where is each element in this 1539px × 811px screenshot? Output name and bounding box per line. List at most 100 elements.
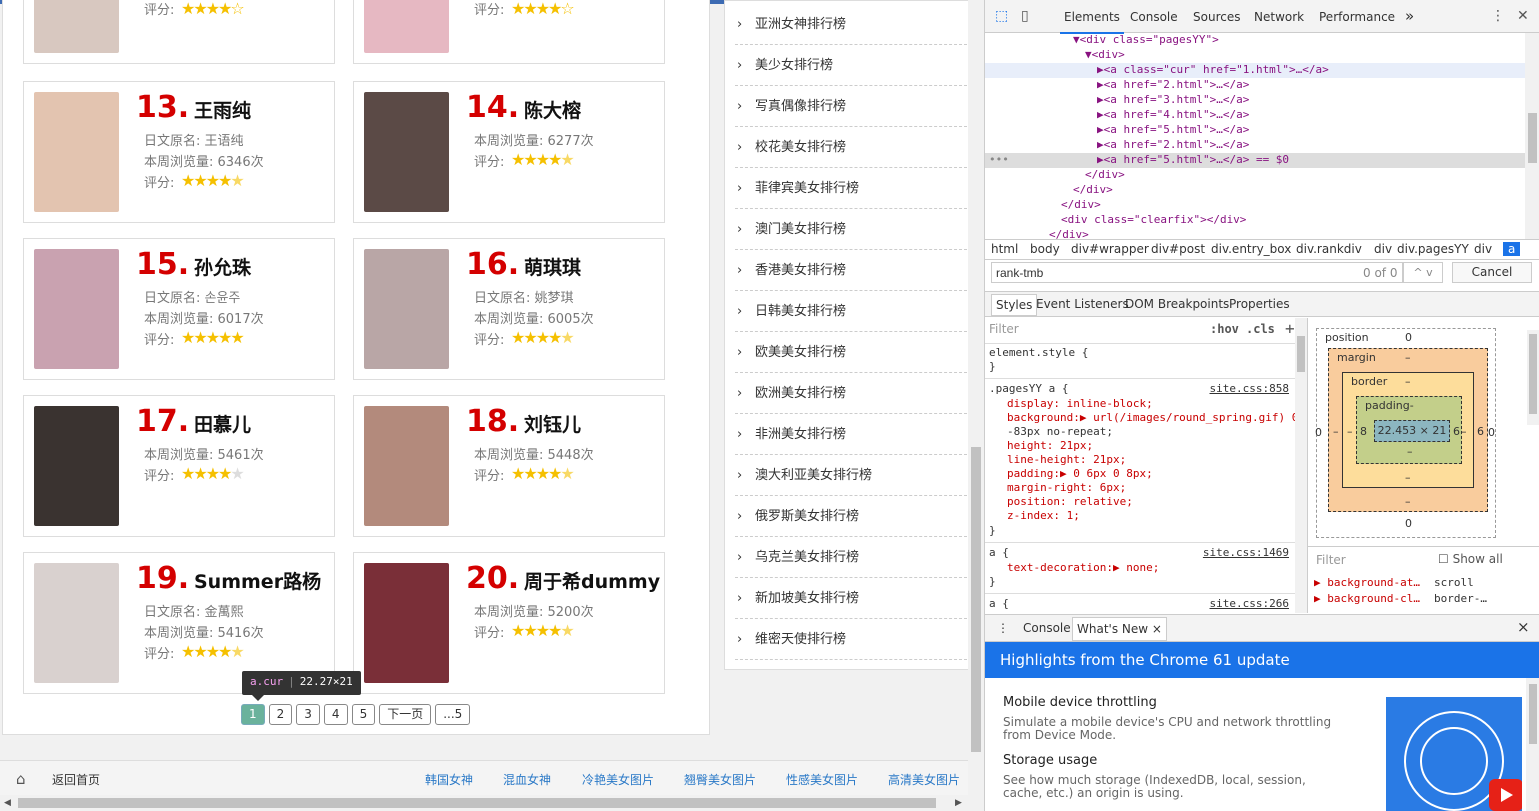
breadcrumb-item[interactable]: div.entry_box: [1211, 242, 1291, 256]
page-link-2[interactable]: 2: [268, 704, 293, 725]
scrollbar-thumb[interactable]: [1528, 113, 1537, 163]
home-link[interactable]: 返回首页: [52, 771, 100, 788]
card-name[interactable]: 周于希dummy: [524, 567, 660, 594]
page-link-1[interactable]: 1: [241, 704, 265, 725]
box-model-scrollbar[interactable]: [1527, 330, 1539, 425]
computed-filter-input[interactable]: Filter: [1316, 553, 1346, 567]
rule-source-link[interactable]: site.css:266: [1210, 597, 1289, 610]
scroll-left-arrow-icon[interactable]: ◀: [4, 795, 11, 811]
card-photo[interactable]: [364, 249, 449, 369]
footer-link[interactable]: 冷艳美女图片: [582, 771, 654, 788]
close-devtools-icon[interactable]: ✕: [1517, 8, 1529, 24]
breadcrumb-item[interactable]: a: [1503, 242, 1521, 256]
close-drawer-icon[interactable]: ×: [1517, 618, 1530, 636]
breadcrumb-item[interactable]: div#wrapper: [1071, 242, 1149, 256]
last-page-link[interactable]: ...5: [435, 704, 471, 725]
scroll-right-arrow-icon[interactable]: ▶: [955, 795, 962, 811]
tab-performance[interactable]: Performance: [1319, 10, 1395, 24]
card-photo[interactable]: [34, 0, 119, 53]
card-photo[interactable]: [364, 92, 449, 212]
footer-link[interactable]: 翘臀美女图片: [684, 771, 756, 788]
card-photo[interactable]: [34, 92, 119, 212]
sidebar-item[interactable]: › 维密天使排行榜: [735, 619, 967, 660]
youtube-play-icon[interactable]: [1489, 779, 1522, 811]
scrollbar-thumb[interactable]: [1297, 336, 1305, 372]
whats-new-scrollbar[interactable]: [1526, 678, 1539, 811]
search-nav-buttons[interactable]: ^ v: [1403, 262, 1443, 283]
dom-node[interactable]: </div>: [985, 183, 1525, 198]
breadcrumb-item[interactable]: div.rankdiv: [1296, 242, 1362, 256]
sidebar-item[interactable]: › 美少女排行榜: [735, 45, 967, 86]
home-icon[interactable]: ⌂: [16, 771, 32, 787]
ranking-card[interactable]: 14. 陈大榕 本周浏览量: 6277次 评分: ★★★★★: [353, 81, 665, 223]
ranking-card[interactable]: 16. 萌琪琪 日文原名: 姚梦琪 本周浏览量: 6005次 评分: ★★★★★: [353, 238, 665, 380]
card-partial-2[interactable]: 评分: ★★★★☆: [353, 0, 665, 64]
drawer-menu-icon[interactable]: ⋮: [997, 621, 1009, 635]
styles-filter-input[interactable]: Filter: [989, 322, 1289, 342]
scrollbar-thumb[interactable]: [1529, 684, 1537, 744]
breadcrumb-item[interactable]: div#post: [1151, 242, 1205, 256]
dom-node[interactable]: ▶<a href="4.html">…</a>: [985, 108, 1525, 123]
ranking-card[interactable]: 20. 周于希dummy 本周浏览量: 5200次 评分: ★★★★★: [353, 552, 665, 694]
hov-toggle[interactable]: :hov: [1210, 322, 1239, 336]
sidebar-item[interactable]: › 菲律宾美女排行榜: [735, 168, 967, 209]
card-photo[interactable]: [34, 249, 119, 369]
new-rule-icon[interactable]: +: [1285, 319, 1295, 338]
page-link-5[interactable]: 5: [351, 704, 376, 725]
tab-console[interactable]: Console: [1130, 10, 1178, 24]
cancel-search-button[interactable]: Cancel: [1452, 262, 1532, 283]
sidebar-item[interactable]: › 香港美女排行榜: [735, 250, 967, 291]
dom-node[interactable]: ▶<a href="2.html">…</a>: [985, 138, 1525, 153]
tab-sources[interactable]: Sources: [1193, 10, 1240, 24]
dom-node[interactable]: ▶<a href="2.html">…</a>: [985, 78, 1525, 93]
card-photo[interactable]: [34, 406, 119, 526]
sidebar-item[interactable]: › 澳大利亚美女排行榜: [735, 455, 967, 496]
dom-node[interactable]: ▶<a href="5.html">…</a>: [985, 123, 1525, 138]
card-name[interactable]: 田慕儿: [194, 410, 251, 437]
footer-link[interactable]: 高清美女图片: [888, 771, 960, 788]
subtab-dom-breakpoints[interactable]: DOM Breakpoints: [1125, 297, 1229, 311]
dom-node[interactable]: ▶<a class="cur" href="1.html">…</a>: [985, 63, 1525, 78]
sidebar-item[interactable]: › 俄罗斯美女排行榜: [735, 496, 967, 537]
more-tabs-icon[interactable]: »: [1405, 7, 1414, 25]
sidebar-item[interactable]: › 澳门美女排行榜: [735, 209, 967, 250]
dom-node[interactable]: </div>: [985, 168, 1525, 183]
styles-scrollbar[interactable]: [1295, 318, 1307, 613]
card-name[interactable]: 王雨纯: [194, 96, 251, 123]
card-name[interactable]: 萌琪琪: [524, 253, 581, 280]
scrollbar-thumb[interactable]: [18, 798, 936, 808]
card-name[interactable]: Summer路杨: [194, 567, 321, 594]
drawer-tab-whats-new[interactable]: What's New ×: [1072, 617, 1167, 641]
drawer-tab-console[interactable]: Console: [1023, 621, 1071, 635]
ranking-card[interactable]: 15. 孙允珠 日文原名: 손윤주 本周浏览量: 6017次 评分: ★★★★★: [23, 238, 335, 380]
video-thumbnail[interactable]: [1386, 697, 1522, 811]
devtools-menu-icon[interactable]: ⋮: [1491, 8, 1505, 24]
page-horizontal-scrollbar[interactable]: ◀ ▶: [0, 795, 968, 811]
footer-link[interactable]: 韩国女神: [425, 771, 473, 788]
dom-node[interactable]: ▶<a href="3.html">…</a>: [985, 93, 1525, 108]
show-all-checkbox[interactable]: ☐ Show all: [1438, 552, 1503, 566]
computed-property[interactable]: ▶ background-cl… border-…: [1314, 592, 1487, 605]
card-name[interactable]: 陈大榕: [524, 96, 581, 123]
sidebar-item[interactable]: › 亚洲女神排行榜: [735, 4, 967, 45]
sidebar-item[interactable]: › 乌克兰美女排行榜: [735, 537, 967, 578]
card-photo[interactable]: [364, 0, 449, 53]
scrollbar-thumb[interactable]: [971, 447, 981, 752]
card-photo[interactable]: [364, 406, 449, 526]
card-partial-1[interactable]: 评分: ★★★★☆: [23, 0, 335, 64]
device-toolbar-icon[interactable]: ▯: [1021, 8, 1029, 24]
rule-source-link[interactable]: site.css:858: [1210, 382, 1289, 395]
scrollbar-thumb[interactable]: [1529, 334, 1537, 414]
sidebar-item[interactable]: › 校花美女排行榜: [735, 127, 967, 168]
card-name[interactable]: 孙允珠: [194, 253, 251, 280]
page-vertical-scrollbar[interactable]: [968, 0, 984, 795]
inspect-element-icon[interactable]: ⬚: [995, 8, 1008, 24]
subtab-event-listeners[interactable]: Event Listeners: [1036, 297, 1129, 311]
sidebar-item[interactable]: › 欧美美女排行榜: [735, 332, 967, 373]
ranking-card[interactable]: 18. 刘钰儿 本周浏览量: 5448次 评分: ★★★★★: [353, 395, 665, 537]
breadcrumb-item[interactable]: div: [1474, 242, 1492, 256]
tab-elements[interactable]: Elements: [1060, 10, 1124, 34]
breadcrumb-item[interactable]: div.pagesYY: [1397, 242, 1469, 256]
sidebar-item[interactable]: › 非洲美女排行榜: [735, 414, 967, 455]
page-link-4[interactable]: 4: [323, 704, 348, 725]
